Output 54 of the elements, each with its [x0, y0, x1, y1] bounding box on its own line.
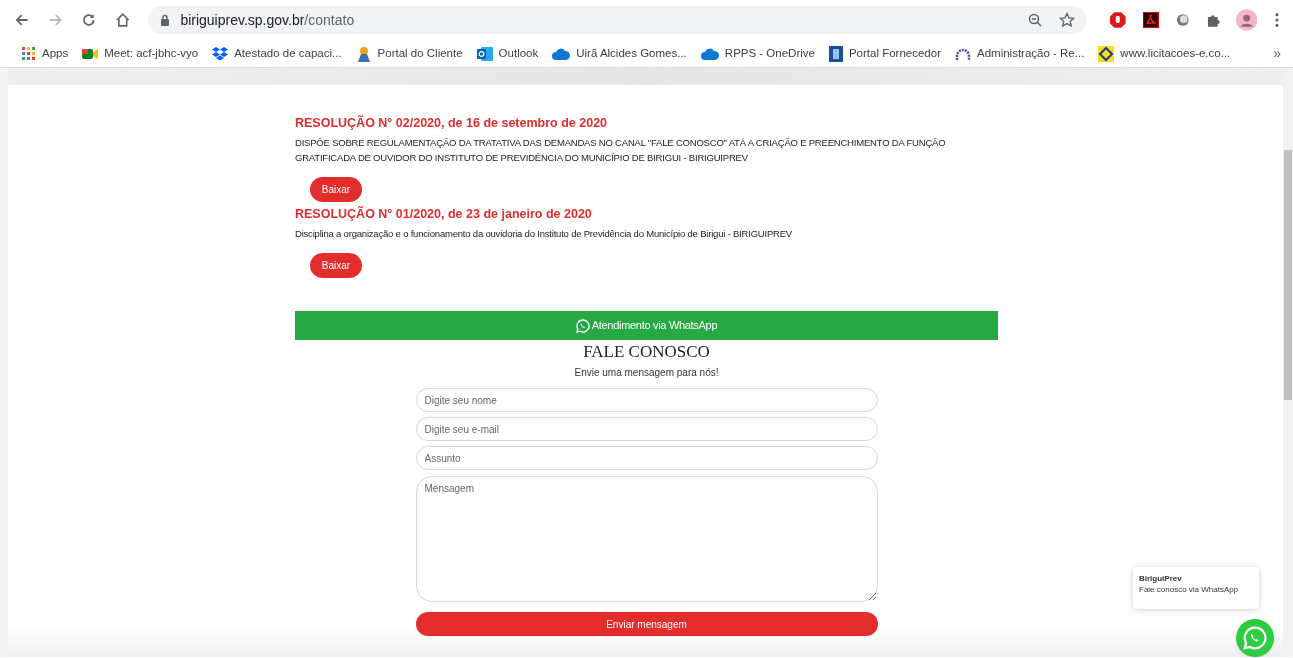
cloud-icon	[552, 47, 571, 60]
dropbox-icon	[212, 46, 229, 61]
bookmark[interactable]: Meet: acf-jbhc-vyo	[82, 44, 199, 63]
whatsapp-icon	[1243, 626, 1267, 650]
bookmark[interactable]: Portal do Cliente	[355, 44, 463, 63]
back-icon[interactable]	[14, 12, 30, 28]
bookmark[interactable]: Uirã Alcides Gomes...	[552, 44, 687, 63]
bookmark[interactable]: Apps	[22, 44, 69, 63]
scrollbar-thumb[interactable]	[1284, 150, 1292, 400]
download-button[interactable]: Baixar	[310, 177, 362, 202]
bookmark[interactable]: Administração - Re...	[955, 44, 1085, 63]
zoom-icon[interactable]	[1027, 12, 1044, 28]
star-icon[interactable]	[1059, 12, 1076, 28]
resolution-description: DISPÕE SOBRE REGULAMENTAÇÃO DA TRATATIVA DAS DEMANDAS NO CANAL "FALE CONOSCO" ATÁ A CRIAÇÃO E PREENCHIMENTO DA FUNÇÃO GRATIFICADA DE OUVIDOR DO INSTITUTO DE PREVIDÊNCIA DO MUNICÍPIO DE BIRIGUI - BIRIGUIPREV	[295, 136, 947, 165]
popup-title: BiriguiPrev	[1139, 573, 1183, 584]
input-field[interactable]: Assunto	[415, 446, 878, 470]
apps-grid-icon	[22, 46, 36, 61]
stop-sign-icon[interactable]	[1109, 11, 1127, 29]
more-bookmarks-button[interactable]: »	[1273, 43, 1281, 64]
arch-icon	[955, 47, 971, 60]
mail-icon	[476, 45, 493, 62]
lock-icon	[160, 14, 171, 26]
bookmark[interactable]: Outlook	[476, 44, 539, 63]
url-text: biriguiprev.sp.gov.br/contato	[180, 10, 355, 30]
resolution-title: RESOLUÇÃO N° 01/2020, de 23 de janeiro de 2020	[295, 207, 593, 222]
resolution-description: Disciplina a organização e o funcionamento da ouvidoria do Instituto de Previdência do Município de Birigui - BIRIGUIPREV	[295, 227, 793, 241]
download-button[interactable]: Baixar	[310, 253, 362, 278]
send-button[interactable]: Enviar mensagem	[415, 612, 878, 636]
home-icon[interactable]	[114, 12, 131, 28]
bank-logo-icon	[1098, 45, 1115, 62]
extensions-icon[interactable]	[1206, 12, 1222, 28]
whatsapp-label: Atendimento via WhatsApp	[591, 318, 718, 334]
circle-icon[interactable]	[1174, 12, 1191, 28]
building-icon	[828, 45, 843, 62]
bookmark[interactable]: RPPS - OneDrive	[700, 44, 815, 63]
avatar-icon[interactable]	[1235, 9, 1258, 31]
subtitle: Envie uma mensagem para nós!	[574, 366, 719, 380]
reload-icon[interactable]	[81, 12, 97, 28]
section-heading: FALE CONOSCO	[583, 341, 710, 363]
input-field[interactable]: Digite seu nome	[415, 388, 878, 412]
message-field[interactable]: Mensagem	[415, 476, 878, 602]
whatsapp-icon	[575, 318, 590, 333]
menu-icon[interactable]	[1275, 12, 1279, 28]
video-camera-icon	[82, 46, 99, 61]
input-field[interactable]: Digite seu e-mail	[415, 417, 878, 441]
resolution-title: RESOLUÇÃO N° 02/2020, de 16 de setembro de 2020	[295, 116, 609, 131]
bookmark[interactable]: Atestado de capaci...	[212, 44, 342, 63]
chat-popup[interactable]: BiriguiPrev Fale conosco via WhatsApp	[1133, 567, 1259, 609]
popup-text: Fale conosco via WhatsApp	[1139, 584, 1240, 596]
address-bar[interactable]: biriguiprev.sp.gov.br/contato	[148, 6, 1088, 34]
cloud-icon	[700, 47, 719, 60]
pdf-icon[interactable]	[1142, 12, 1159, 28]
bookmark[interactable]: www.licitacoes-e.co...	[1098, 44, 1231, 63]
bookmark[interactable]: Portal Fornecedor	[828, 44, 941, 63]
